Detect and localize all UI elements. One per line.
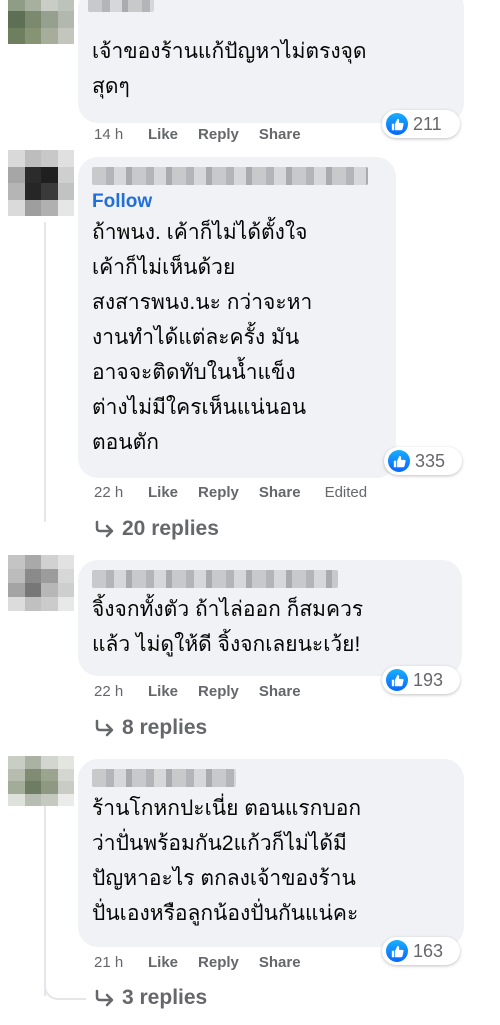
thread-connector — [44, 980, 86, 1000]
thread-line — [44, 222, 46, 522]
avatar[interactable] — [8, 0, 74, 44]
like-button[interactable]: Like — [148, 683, 178, 700]
reaction-count: 211 — [413, 113, 442, 134]
like-button[interactable]: Like — [148, 954, 178, 971]
comment-actions: 22 h Like Reply Share Edited — [94, 484, 367, 501]
comment-text: จิ้งจกทั้งตัว ถ้าไล่ออก ก็สมควร แล้ว ไม่… — [92, 598, 364, 656]
reaction-count: 193 — [413, 669, 444, 690]
commenter-name[interactable] — [92, 570, 338, 588]
reaction-count: 335 — [415, 450, 446, 471]
edited-label[interactable]: Edited — [325, 484, 368, 501]
replies-count: 3 replies — [122, 986, 208, 1009]
comment-text: ร้านโกหกปะเนี่ย ตอนแรกบอก ว่าปั่นพร้อมกั… — [92, 797, 362, 925]
comment-text: เจ้าของร้านแก้ปัญหาไม่ตรงจุด สุดๆ — [92, 40, 367, 98]
thumbs-up-icon — [388, 450, 410, 472]
view-replies-link[interactable]: 3 replies — [94, 986, 207, 1010]
follow-button[interactable]: Follow — [92, 191, 380, 213]
thumbs-up-icon — [386, 940, 408, 962]
reaction-count: 163 — [413, 940, 444, 961]
thumbs-up-icon — [386, 669, 408, 691]
commenter-name[interactable] — [88, 0, 154, 12]
reply-arrow-icon — [95, 719, 114, 737]
reaction-count-badge[interactable]: 335 — [384, 447, 462, 475]
reply-button[interactable]: Reply — [198, 126, 239, 143]
reply-button[interactable]: Reply — [198, 683, 239, 700]
comment-actions: 14 h Like Reply Share — [94, 126, 321, 143]
avatar[interactable] — [8, 756, 74, 806]
comment-bubble: ร้านโกหกปะเนี่ย ตอนแรกบอก ว่าปั่นพร้อมกั… — [78, 759, 464, 947]
comment-time[interactable]: 21 h — [94, 954, 148, 971]
reaction-count-badge[interactable]: 163 — [382, 937, 460, 965]
reaction-count-badge[interactable]: 193 — [382, 666, 460, 694]
thumbs-up-icon — [386, 113, 408, 135]
reply-arrow-icon — [95, 520, 114, 538]
commenter-name[interactable] — [92, 769, 236, 787]
view-replies-link[interactable]: 20 replies — [94, 517, 219, 541]
view-replies-link[interactable]: 8 replies — [94, 716, 207, 740]
share-button[interactable]: Share — [259, 683, 301, 700]
reaction-count-badge[interactable]: 211 — [382, 110, 460, 138]
like-button[interactable]: Like — [148, 126, 178, 143]
comment-bubble: Follow ถ้าพนง. เค้าก็ไม่ได้ตั้งใจ เค้าก็… — [78, 157, 396, 478]
like-button[interactable]: Like — [148, 484, 178, 501]
comment-text: ถ้าพนง. เค้าก็ไม่ได้ตั้งใจ เค้าก็ไม่เห็น… — [92, 221, 313, 454]
comment-actions: 22 h Like Reply Share — [94, 683, 321, 700]
comment-time[interactable]: 22 h — [94, 484, 148, 501]
avatar[interactable] — [8, 150, 74, 216]
avatar[interactable] — [8, 555, 74, 611]
comment-bubble: เจ้าของร้านแก้ปัญหาไม่ตรงจุด สุดๆ — [78, 0, 464, 123]
comment-actions: 21 h Like Reply Share — [94, 954, 321, 971]
comment-time[interactable]: 22 h — [94, 683, 148, 700]
comment-time[interactable]: 14 h — [94, 126, 148, 143]
reply-button[interactable]: Reply — [198, 484, 239, 501]
replies-count: 8 replies — [122, 716, 208, 739]
commenter-name[interactable] — [92, 167, 368, 185]
reply-button[interactable]: Reply — [198, 954, 239, 971]
reply-arrow-icon — [95, 989, 114, 1007]
share-button[interactable]: Share — [259, 126, 301, 143]
share-button[interactable]: Share — [259, 954, 301, 971]
comment-bubble: จิ้งจกทั้งตัว ถ้าไล่ออก ก็สมควร แล้ว ไม่… — [78, 560, 462, 676]
share-button[interactable]: Share — [259, 484, 301, 501]
thread-line — [44, 804, 46, 996]
replies-count: 20 replies — [122, 517, 219, 540]
